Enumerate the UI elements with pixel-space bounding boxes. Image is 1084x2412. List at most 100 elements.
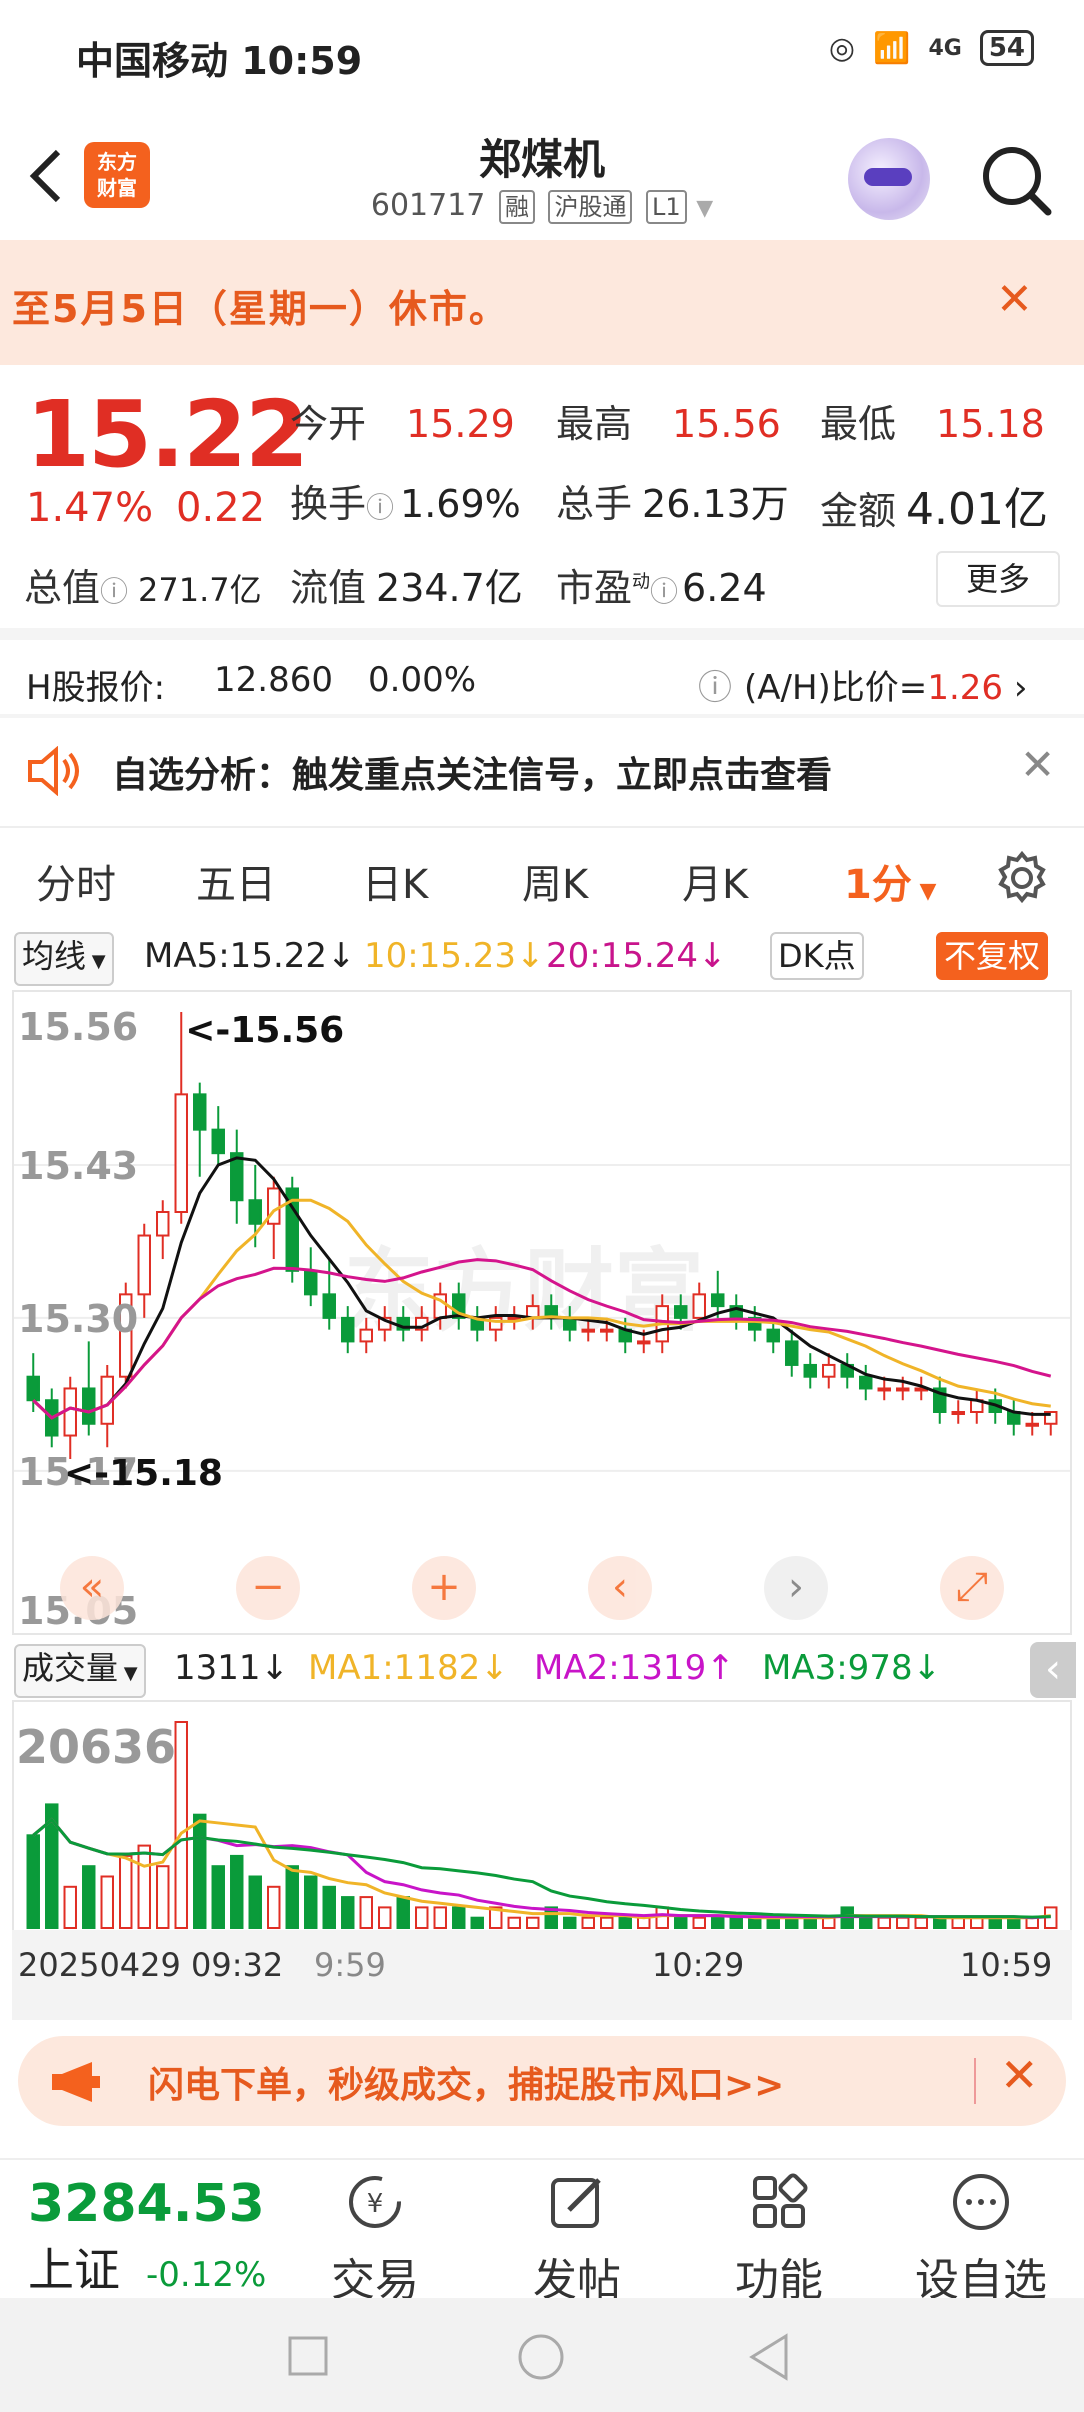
help-icon[interactable]: ⓘ (698, 660, 732, 709)
h-share-row[interactable]: H股报价: 12.860 0.00% ⓘ (A/H)比价=1.26 › (0, 640, 1084, 714)
volume-bar (119, 1854, 133, 1929)
time-start: 20250429 09:32 (18, 1946, 284, 1984)
candle-body (1025, 1422, 1039, 1427)
volume-bar (452, 1906, 466, 1929)
collapse-arrow-icon[interactable]: ‹ (1030, 1642, 1076, 1698)
assistant-robot-icon[interactable] (848, 138, 930, 220)
edit-icon (551, 2178, 601, 2228)
watchlist-alert[interactable]: 自选分析：触发重点关注信号，立即点击查看 ✕ (0, 716, 1084, 826)
search-icon[interactable] (976, 140, 1056, 220)
volume-bar (248, 1875, 262, 1929)
volume-selector[interactable]: 成交量 ▼ (14, 1644, 146, 1698)
turnover-field[interactable]: 换手ⓘ 1.69% (290, 473, 521, 528)
trade-ad-banner[interactable]: 闪电下单，秒级成交，捕捉股市风口>> ✕ (18, 2036, 1066, 2126)
tab-1min[interactable]: 1分 ▼ (844, 852, 936, 910)
volume-bar (1007, 1916, 1021, 1929)
volume-bar (156, 1865, 170, 1929)
status-bar: 中国移动 10:59 ◎ 📶 4G 54 (0, 0, 1084, 110)
volume-value: 1311↓ (174, 1648, 290, 1688)
adjust-toggle[interactable]: 不复权 (936, 932, 1049, 980)
index-ticker[interactable]: 3284.53 上证 -0.12% (28, 2174, 288, 2300)
volume-bar (470, 1916, 484, 1929)
close-icon[interactable]: ✕ (996, 274, 1033, 325)
settings-gear-icon[interactable] (994, 850, 1050, 906)
volume-max-label: 20636 (16, 1720, 177, 1774)
close-icon[interactable]: ✕ (1020, 740, 1055, 789)
candle-body (156, 1211, 170, 1237)
candle-body (896, 1387, 910, 1392)
y-tick-label: 15.30 (18, 1297, 138, 1341)
candle-body (600, 1328, 614, 1333)
volume-bar (304, 1875, 318, 1929)
volume-bar (877, 1916, 891, 1929)
h-share-price: 12.860 (214, 660, 333, 700)
next-icon[interactable]: › (764, 1556, 828, 1620)
volume-bar (637, 1916, 651, 1929)
megaphone-icon (52, 2062, 100, 2102)
volume-bar (822, 1916, 836, 1929)
nav-functions[interactable]: 功能 (704, 2170, 854, 2308)
chevron-right-icon: › (1013, 668, 1028, 708)
price-chart[interactable]: 东方财富15.5615.4315.3015.1715.05<-15.56<-15… (12, 990, 1072, 1635)
candle-body (174, 1093, 188, 1213)
prev-icon[interactable]: ‹ (588, 1556, 652, 1620)
candle-body (951, 1411, 965, 1415)
change-amount: 0.22 (176, 485, 266, 531)
volume-chart[interactable]: 20636 (12, 1700, 1072, 1930)
tag-shanghai-connect: 沪股通 (548, 190, 633, 224)
tag-level1: L1 (646, 190, 687, 224)
ma5-value: MA5:15.22↓ (144, 936, 356, 976)
tab-weekly-k[interactable]: 周K (522, 852, 588, 910)
close-icon[interactable]: ✕ (1000, 2048, 1039, 2102)
nav-trade[interactable]: ¥ 交易 (300, 2170, 450, 2308)
candle-body (766, 1328, 780, 1343)
market-closed-notice: 至5月5日（星期一）休市。 ✕ (0, 240, 1084, 365)
grid-icon (753, 2173, 808, 2228)
low-field: 最低 15.18 (820, 402, 1045, 446)
volume-bar (285, 1865, 299, 1929)
tab-five-day[interactable]: 五日 (196, 852, 276, 910)
index-name: 上证 (28, 2243, 120, 2297)
battery-icon: 54 (979, 30, 1034, 66)
candle-body (803, 1363, 817, 1378)
first-icon[interactable]: « (60, 1556, 124, 1620)
tab-daily-k[interactable]: 日K (362, 852, 428, 910)
vol-ma3: MA3:978↓ (762, 1648, 942, 1688)
volume-bar (970, 1916, 984, 1929)
h-share-label: H股报价: (26, 668, 166, 708)
volume-bar (193, 1813, 207, 1929)
pe-field[interactable]: 市盈动ⓘ 6.24 (556, 557, 767, 612)
volume-bar (729, 1916, 743, 1929)
recent-apps-icon[interactable] (286, 2334, 330, 2378)
candlestick-chart: 东方财富15.5615.4315.3015.1715.05<-15.56<-15… (14, 1005, 1070, 1633)
notice-text: 至5月5日（星期一）休市。 (12, 287, 509, 331)
back-icon[interactable] (746, 2332, 792, 2382)
volume-bar (26, 1834, 40, 1929)
tag-margin: 融 (498, 190, 535, 224)
dk-point-toggle[interactable]: DK点 (770, 932, 864, 980)
zoom-in-icon[interactable]: + (412, 1556, 476, 1620)
market-cap-field[interactable]: 总值ⓘ 271.7亿 (24, 557, 262, 612)
volume-bar (581, 1916, 595, 1929)
candle-body (674, 1305, 688, 1319)
tab-intraday[interactable]: 分时 (36, 852, 116, 910)
nav-add-watchlist[interactable]: 设自选 (906, 2170, 1056, 2308)
fullscreen-icon[interactable]: ⤢ (940, 1556, 1004, 1620)
ma-selector[interactable]: 均线 ▼ (14, 932, 114, 986)
nav-post[interactable]: 发帖 (502, 2170, 652, 2308)
more-button[interactable]: 更多 (936, 551, 1060, 607)
volume-bar (988, 1916, 1002, 1929)
home-icon[interactable] (516, 2332, 566, 2382)
zoom-out-icon[interactable]: − (236, 1556, 300, 1620)
volume-bar (100, 1875, 114, 1929)
candle-body (211, 1128, 225, 1155)
info-icon: ⓘ (650, 575, 679, 608)
candle-body (267, 1187, 281, 1225)
volume-bar (1025, 1916, 1039, 1929)
time-end: 10:59 (960, 1946, 1053, 1984)
last-price: 15.22 (26, 381, 309, 488)
volume-bar (563, 1916, 577, 1929)
volume-bar (507, 1916, 521, 1929)
quote-panel: 15.22 1.47% 0.22 今开 15.29 最高 15.56 最低 15.18… (0, 365, 1084, 630)
tab-monthly-k[interactable]: 月K (682, 852, 748, 910)
